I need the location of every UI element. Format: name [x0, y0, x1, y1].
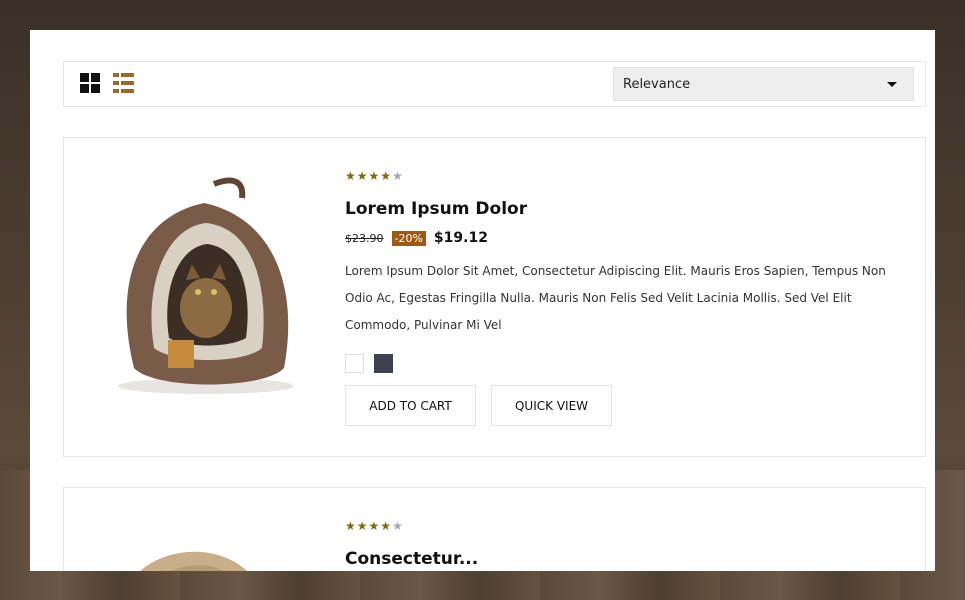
star-icon: ★	[345, 169, 357, 183]
old-price: $23.90	[345, 231, 384, 245]
star-icon: ★	[356, 169, 369, 183]
list-toolbar: Relevance	[63, 61, 926, 107]
product-rating: ★★★★★	[345, 519, 404, 533]
star-empty-icon: ★	[392, 519, 404, 533]
add-to-cart-button[interactable]: ADD TO CART	[345, 385, 476, 426]
product-card: ★★★★★ Consectetur...	[63, 487, 926, 571]
star-icon: ★	[368, 169, 381, 183]
product-title[interactable]: Lorem Ipsum Dolor	[345, 199, 527, 219]
product-card: ★★★★★ Lorem Ipsum Dolor $23.90 -20% $19.…	[63, 137, 926, 457]
star-icon: ★	[345, 519, 357, 533]
current-price: $19.12	[433, 230, 488, 246]
star-icon: ★	[368, 519, 381, 533]
sort-selected-value: Relevance	[623, 76, 691, 92]
star-icon: ★	[380, 519, 393, 533]
grid-view-icon[interactable]	[80, 73, 100, 93]
product-description: Lorem Ipsum Dolor Sit Amet, Consectetur …	[345, 264, 886, 332]
swatch-dark-gray[interactable]	[374, 354, 393, 373]
product-image[interactable]	[109, 538, 269, 571]
quick-view-button[interactable]: QUICK VIEW	[491, 385, 612, 426]
star-empty-icon: ★	[392, 169, 404, 183]
chevron-down-icon	[887, 82, 897, 87]
price-row: $23.90 -20% $19.12	[345, 230, 488, 246]
star-icon: ★	[380, 169, 393, 183]
product-title[interactable]: Consectetur...	[345, 549, 478, 569]
sort-select[interactable]: Relevance	[613, 67, 914, 101]
discount-badge: -20%	[391, 230, 426, 246]
swatch-white[interactable]	[345, 354, 364, 373]
star-icon: ★	[356, 519, 369, 533]
product-list-panel: Relevance ★★★★★ Lorem Ipsum Dolor $23.90…	[30, 30, 935, 571]
list-view-icon[interactable]	[113, 73, 134, 94]
color-swatches	[345, 354, 393, 373]
product-actions: ADD TO CART QUICK VIEW	[345, 385, 612, 426]
product-rating: ★★★★★	[345, 169, 404, 183]
product-image[interactable]	[94, 168, 314, 398]
